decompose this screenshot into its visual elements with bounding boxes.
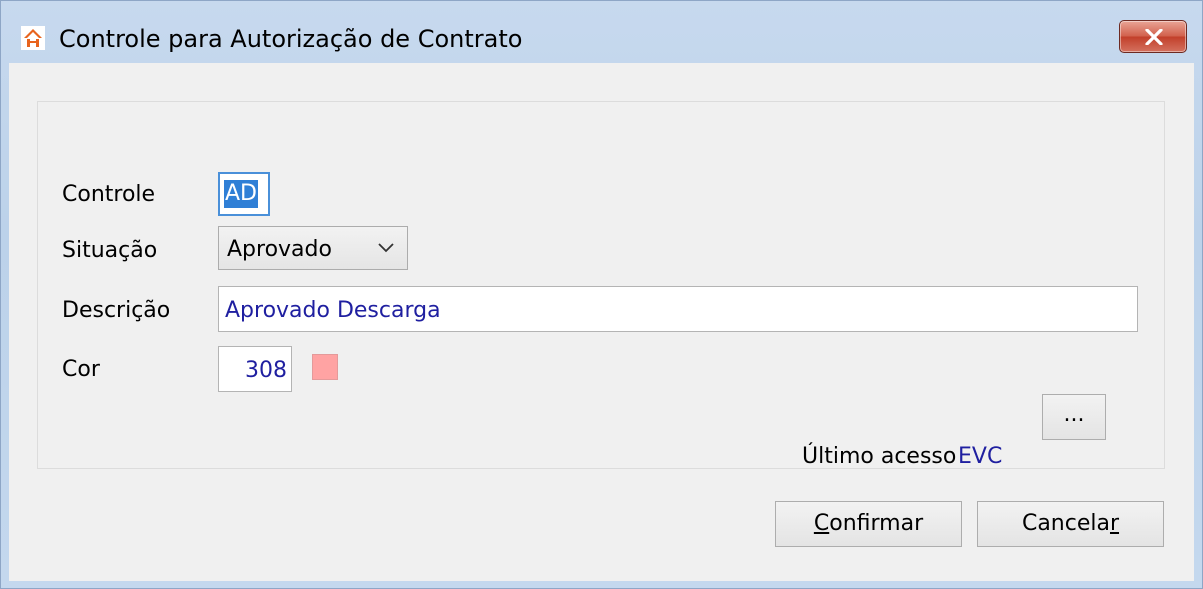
close-icon xyxy=(1145,29,1163,45)
dialog-window: Controle para Autorização de Contrato Co… xyxy=(0,0,1203,589)
descricao-value: Aprovado Descarga xyxy=(225,298,441,323)
dialog-body: Controle AD Situação Aprovado Descrição … xyxy=(9,63,1194,581)
controle-label: Controle xyxy=(62,182,156,207)
title-bar[interactable]: Controle para Autorização de Contrato xyxy=(1,1,1202,63)
browse-button[interactable]: ... xyxy=(1042,394,1106,440)
situacao-label: Situação xyxy=(62,238,158,263)
ultimo-acesso-value: EVC xyxy=(958,444,1003,469)
cor-label: Cor xyxy=(62,357,100,382)
cor-field[interactable]: 308 xyxy=(218,346,292,392)
confirm-button[interactable]: Confirmar xyxy=(775,501,962,547)
situacao-select[interactable]: Aprovado xyxy=(218,226,408,270)
descricao-field[interactable]: Aprovado Descarga xyxy=(218,286,1138,332)
cancel-label: Cancela xyxy=(1021,511,1110,536)
form-groupbox: Controle AD Situação Aprovado Descrição … xyxy=(37,101,1165,469)
confirm-mnemonic: C xyxy=(813,511,830,536)
cor-value: 308 xyxy=(245,358,287,383)
app-icon xyxy=(21,26,45,50)
cancel-mnemonic: r xyxy=(1109,511,1120,536)
descricao-label: Descrição xyxy=(62,298,171,323)
chevron-down-icon xyxy=(378,243,394,253)
close-button[interactable] xyxy=(1119,20,1187,53)
ultimo-acesso-label: Último acesso xyxy=(802,444,957,469)
color-swatch[interactable] xyxy=(312,354,338,380)
confirm-label: onfirmar xyxy=(829,511,924,536)
browse-label: ... xyxy=(1063,402,1085,427)
situacao-value: Aprovado xyxy=(227,237,332,262)
cancel-button[interactable]: Cancelar xyxy=(977,501,1164,547)
window-title: Controle para Autorização de Contrato xyxy=(59,25,523,53)
controle-field[interactable]: AD xyxy=(218,172,270,216)
controle-value: AD xyxy=(224,180,258,208)
